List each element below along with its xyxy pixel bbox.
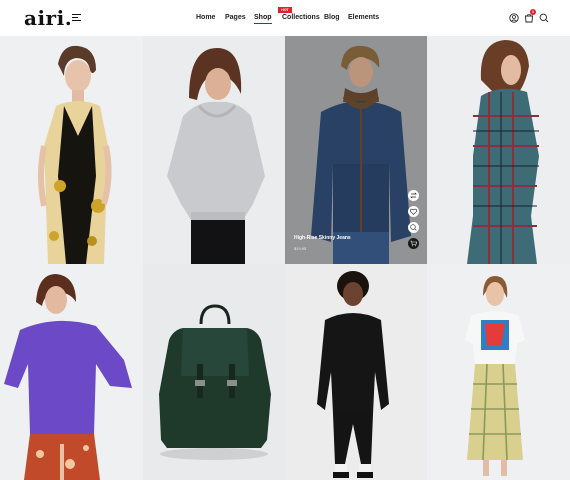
- search-icon[interactable]: [539, 13, 549, 23]
- nav-elements[interactable]: Elements: [348, 14, 379, 21]
- product-image: [427, 36, 570, 264]
- nav-collections[interactable]: Collections: [282, 14, 320, 21]
- product-grid: High-Rise Skinny Jeans $19.95: [0, 36, 570, 480]
- quick-view-button[interactable]: [408, 222, 419, 233]
- product-card-7[interactable]: [285, 264, 427, 480]
- product-card-8[interactable]: [427, 264, 570, 480]
- product-image: [0, 264, 143, 480]
- hot-badge: HOT: [278, 7, 292, 13]
- product-image: [143, 264, 285, 480]
- nav-blog[interactable]: Blog: [324, 14, 340, 21]
- product-image: [0, 36, 143, 264]
- cart-count-badge: 0: [530, 9, 536, 15]
- heart-icon: [409, 208, 418, 215]
- product-image: [285, 36, 427, 264]
- main-nav: Home Pages Shop Collections Blog Element…: [0, 0, 570, 36]
- nav-shop-label: Shop: [254, 14, 272, 21]
- product-card-1[interactable]: [0, 36, 143, 264]
- compare-button[interactable]: [408, 190, 419, 201]
- product-name[interactable]: High-Rise Skinny Jeans: [294, 235, 351, 241]
- wishlist-button[interactable]: [408, 206, 419, 217]
- quick-view-icon: [410, 224, 417, 231]
- product-card-2[interactable]: [143, 36, 285, 264]
- product-price: $19.95: [294, 246, 307, 251]
- product-card-4[interactable]: [427, 36, 570, 264]
- product-card-3[interactable]: High-Rise Skinny Jeans $19.95: [285, 36, 427, 264]
- active-underline: [254, 23, 272, 24]
- nav-shop[interactable]: Shop: [254, 14, 272, 24]
- add-to-cart-icon: [410, 240, 417, 247]
- nav-home[interactable]: Home: [196, 14, 215, 21]
- product-card-6[interactable]: [143, 264, 285, 480]
- product-image: [143, 36, 285, 264]
- nav-pages[interactable]: Pages: [225, 14, 246, 21]
- product-image: [285, 264, 427, 480]
- compare-icon: [410, 192, 417, 199]
- product-image: [427, 264, 570, 480]
- site-header: airi. Home Pages Shop Collections Blog E…: [0, 0, 570, 36]
- user-icon[interactable]: [509, 13, 519, 23]
- add-to-cart-button[interactable]: [408, 238, 419, 249]
- product-card-5[interactable]: [0, 264, 143, 480]
